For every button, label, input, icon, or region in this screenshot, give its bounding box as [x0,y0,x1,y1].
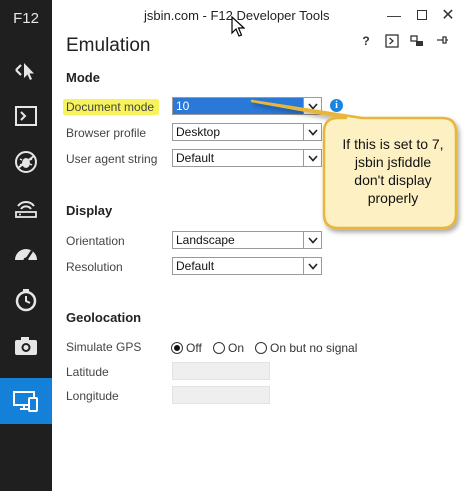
callout-annotation [250,99,458,230]
callout-line: If this is set to 7, [342,136,444,152]
callout-line: properly [367,190,419,206]
callout-line: jsbin jsfiddle [354,154,432,170]
callout-line: don't display [354,172,432,188]
callout-text: If this is set to 7, jsbin jsfiddle don'… [328,135,458,207]
